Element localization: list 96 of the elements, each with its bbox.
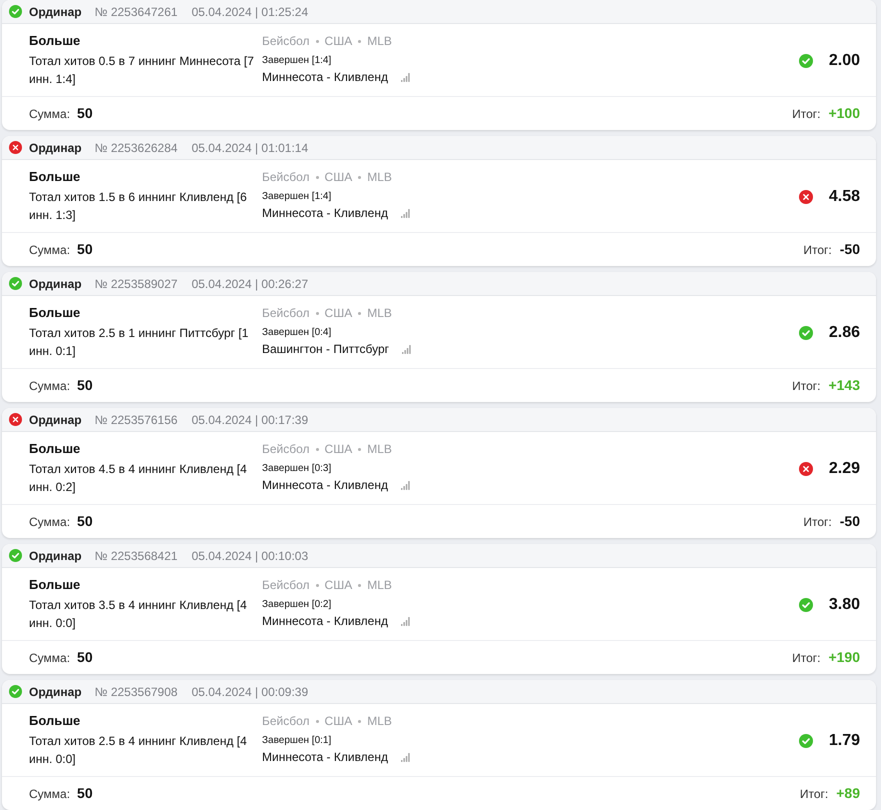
signal-bars-icon xyxy=(400,208,410,218)
match-teams: Вашингтон - Питтсбург xyxy=(262,341,390,357)
stake-label: Сумма: xyxy=(29,106,70,122)
match-status: Завершен [0:3] xyxy=(262,462,332,475)
league-name: MLB xyxy=(367,713,392,729)
signal-bars-icon xyxy=(400,72,410,82)
result-label: Итог: xyxy=(800,786,828,802)
market-description: Тотал хитов 3.5 в 4 иннинг Кливленд [4 инн. 0:0] xyxy=(29,597,248,632)
bet-number: № 2253589027 xyxy=(94,278,178,290)
market-description: Тотал хитов 1.5 в 6 иннинг Кливленд [6 инн. 1:3] xyxy=(29,189,248,224)
match-teams: Миннесота - Кливленд xyxy=(262,613,388,629)
odds-value: 3.80 xyxy=(828,594,860,614)
sport-name: Бейсбол xyxy=(262,577,310,593)
selection-name: Больше xyxy=(29,713,82,729)
result-amount: +89 xyxy=(836,784,860,803)
selection-name: Больше xyxy=(29,33,82,49)
stake-amount: 50 xyxy=(77,512,93,531)
market-description: Тотал хитов 2.5 в 4 иннинг Кливленд [4 инн. 0:0] xyxy=(29,733,248,768)
result-amount: -50 xyxy=(840,512,860,531)
stake-label: Сумма: xyxy=(29,650,70,666)
result-amount: +100 xyxy=(828,104,860,123)
league-name: MLB xyxy=(367,169,392,185)
country-name: США xyxy=(324,577,352,593)
bet-datetime: 05.04.2024 | 00:17:39 xyxy=(192,414,308,426)
country-name: США xyxy=(324,169,352,185)
result-label: Итог: xyxy=(792,106,820,122)
selection-name: Больше xyxy=(29,169,82,185)
stake-label: Сумма: xyxy=(29,242,70,258)
stake-amount: 50 xyxy=(77,104,93,123)
signal-bars-icon xyxy=(400,480,410,490)
bet-datetime: 05.04.2024 | 01:01:14 xyxy=(192,142,308,154)
signal-bars-icon xyxy=(400,616,410,626)
country-name: США xyxy=(324,713,352,729)
signal-bars-icon xyxy=(402,344,412,354)
stake-amount: 50 xyxy=(77,784,93,803)
odds-value: 1.79 xyxy=(828,730,860,750)
match-status: Завершен [1:4] xyxy=(262,190,332,203)
odds-value: 2.00 xyxy=(828,50,860,70)
stake-label: Сумма: xyxy=(29,514,70,530)
country-name: США xyxy=(324,305,352,321)
bet-type: Ординар xyxy=(29,142,82,154)
result-label: Итог: xyxy=(792,650,820,666)
match-status: Завершен [0:1] xyxy=(262,734,332,747)
result-amount: +143 xyxy=(828,376,860,395)
odds-value: 2.86 xyxy=(828,322,860,342)
bet-datetime: 05.04.2024 | 01:25:24 xyxy=(192,6,308,18)
bet-type: Ординар xyxy=(29,278,82,290)
bet-number: № 2253626284 xyxy=(94,142,178,154)
stake-amount: 50 xyxy=(77,240,93,259)
league-name: MLB xyxy=(367,441,392,457)
selection-name: Больше xyxy=(29,305,82,321)
market-description: Тотал хитов 4.5 в 4 иннинг Кливленд [4 инн. 0:2] xyxy=(29,461,248,496)
stake-amount: 50 xyxy=(77,376,93,395)
league-name: MLB xyxy=(367,577,392,593)
bet-type: Ординар xyxy=(29,6,82,18)
bet-type: Ординар xyxy=(29,414,82,426)
sport-name: Бейсбол xyxy=(262,441,310,457)
stake-label: Сумма: xyxy=(29,786,70,802)
result-label: Итог: xyxy=(792,378,820,394)
sport-name: Бейсбол xyxy=(262,33,310,49)
bet-number: № 2253576156 xyxy=(94,414,178,426)
country-name: США xyxy=(324,33,352,49)
bet-number: № 2253647261 xyxy=(94,6,178,18)
league-name: MLB xyxy=(367,33,392,49)
match-status: Завершен [0:4] xyxy=(262,326,332,339)
selection-name: Больше xyxy=(29,441,82,457)
bet-datetime: 05.04.2024 | 00:26:27 xyxy=(192,278,308,290)
sport-name: Бейсбол xyxy=(262,305,310,321)
result-label: Итог: xyxy=(803,242,832,258)
bet-type: Ординар xyxy=(29,686,82,698)
country-name: США xyxy=(324,441,352,457)
stake-amount: 50 xyxy=(77,648,93,667)
market-description: Тотал хитов 0.5 в 7 иннинг Миннесота [7 инн. 1:4] xyxy=(29,53,255,88)
match-status: Завершен [1:4] xyxy=(262,54,332,67)
bet-number: № 2253568421 xyxy=(94,550,178,562)
bet-datetime: 05.04.2024 | 00:10:03 xyxy=(192,550,308,562)
bet-type: Ординар xyxy=(29,550,82,562)
selection-name: Больше xyxy=(29,577,82,593)
result-amount: -50 xyxy=(840,240,860,259)
match-teams: Миннесота - Кливленд xyxy=(262,205,388,221)
stake-label: Сумма: xyxy=(29,378,70,394)
match-teams: Миннесота - Кливленд xyxy=(262,69,388,85)
sport-name: Бейсбол xyxy=(262,713,310,729)
bet-datetime: 05.04.2024 | 00:09:39 xyxy=(192,686,308,698)
result-label: Итог: xyxy=(803,514,832,530)
market-description: Тотал хитов 2.5 в 1 иннинг Питтсбург [1 инн. 0:1] xyxy=(29,325,250,360)
result-amount: +190 xyxy=(828,648,860,667)
odds-value: 2.29 xyxy=(828,458,860,478)
league-name: MLB xyxy=(367,305,392,321)
match-teams: Миннесота - Кливленд xyxy=(262,477,388,493)
match-status: Завершен [0:2] xyxy=(262,598,332,611)
sport-name: Бейсбол xyxy=(262,169,310,185)
bet-number: № 2253567908 xyxy=(94,686,178,698)
signal-bars-icon xyxy=(400,752,410,762)
odds-value: 4.58 xyxy=(828,186,860,206)
match-teams: Миннесота - Кливленд xyxy=(262,749,388,765)
